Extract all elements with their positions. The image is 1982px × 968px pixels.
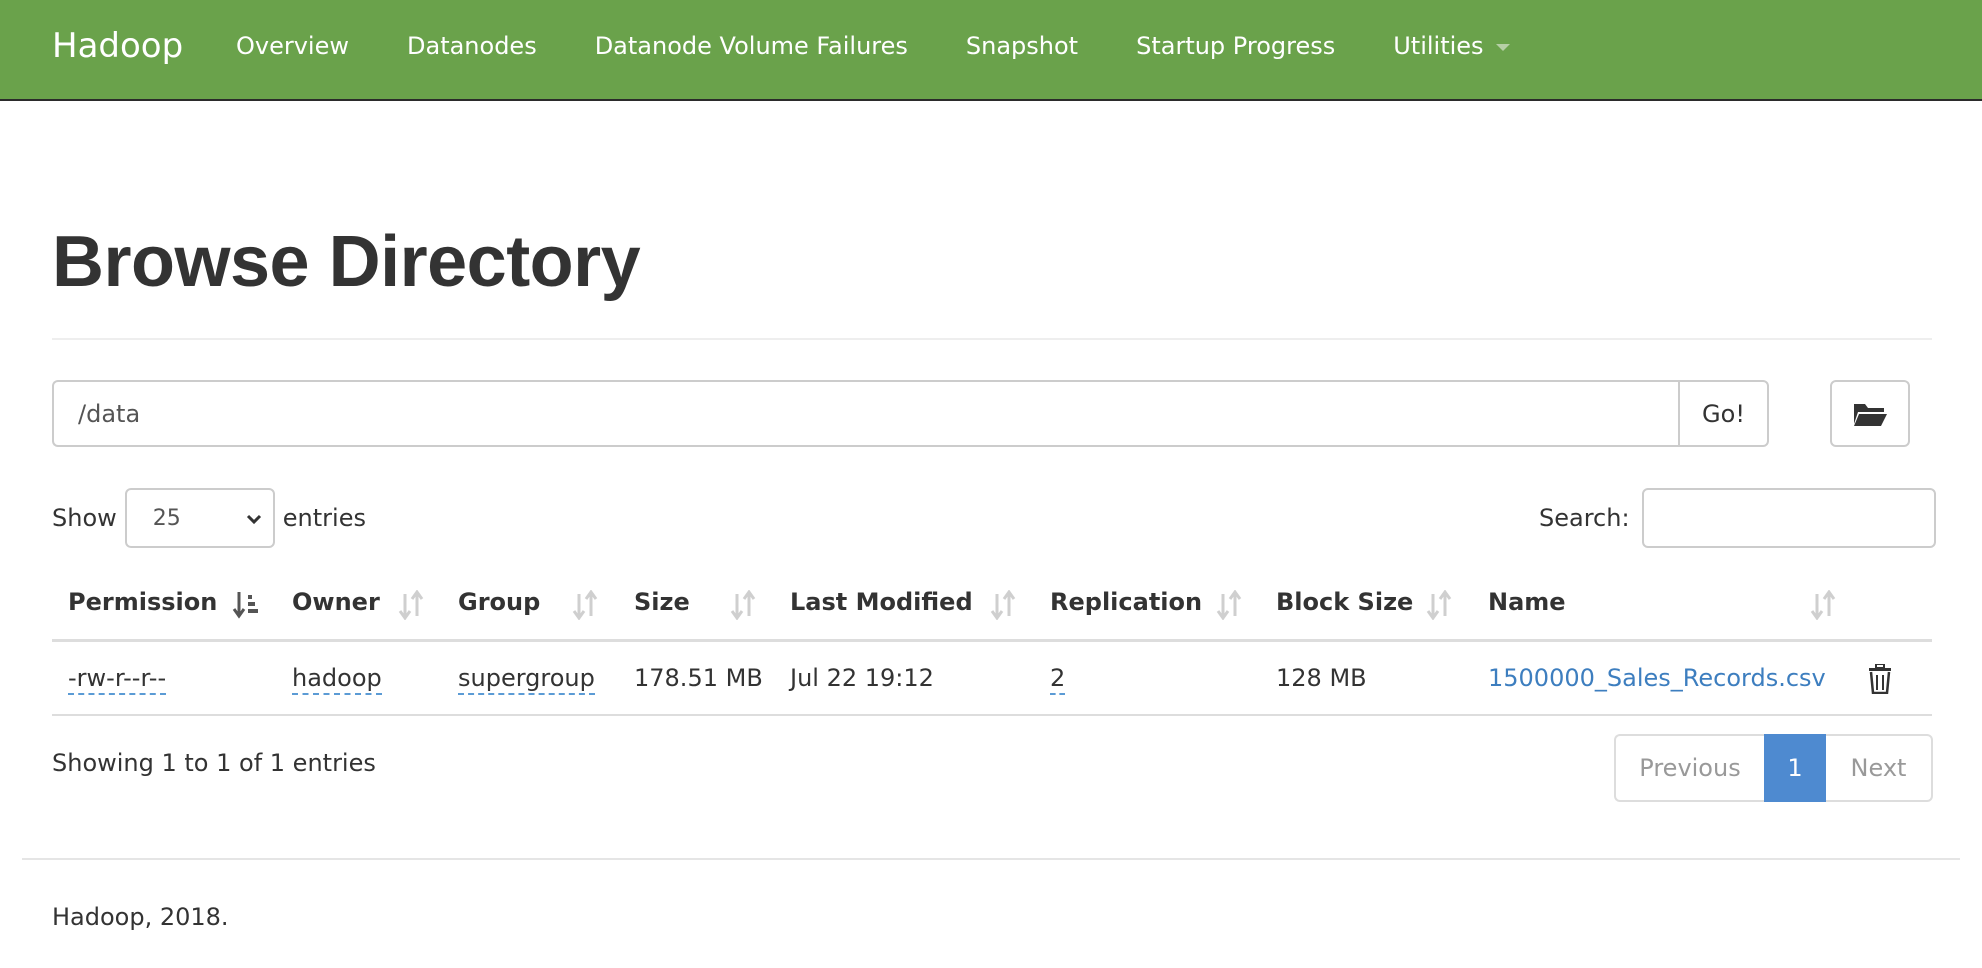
column-label: Last Modified (790, 588, 973, 616)
owner-cell[interactable]: hadoop (292, 642, 382, 714)
entries-per-page-select[interactable]: 25 (124, 488, 275, 548)
column-header-permission[interactable]: Permission (68, 570, 217, 642)
folder-open-icon (1854, 403, 1887, 426)
directory-table: Permission Owner Group Size Last Modifie… (52, 570, 1932, 716)
sort-both-icon (730, 590, 756, 620)
top-navbar: Hadoop Overview Datanodes Datanode Volum… (0, 0, 1982, 101)
column-label: Group (458, 588, 541, 616)
page-title: Browse Directory (52, 222, 641, 302)
column-header-block-size[interactable]: Block Size (1276, 570, 1413, 642)
previous-page-button[interactable]: Previous (1614, 734, 1764, 802)
column-header-replication[interactable]: Replication (1050, 570, 1202, 642)
search-label: Search: (1539, 504, 1630, 532)
column-header-last-modified[interactable]: Last Modified (790, 570, 973, 642)
replication-value[interactable]: 2 (1050, 664, 1066, 695)
table-info: Showing 1 to 1 of 1 entries (52, 749, 376, 777)
size-cell: 178.51 MB (634, 664, 763, 692)
column-header-owner[interactable]: Owner (292, 570, 380, 642)
column-label: Owner (292, 588, 380, 616)
permission-cell[interactable]: -rw-r--r-- (68, 642, 167, 714)
pagination: Previous 1 Next (1614, 734, 1933, 802)
caret-down-icon (1495, 43, 1510, 51)
open-folder-button[interactable] (1830, 380, 1910, 447)
entries-select-value: 25 (152, 505, 181, 531)
chevron-down-icon (246, 514, 261, 525)
table-header: Permission Owner Group Size Last Modifie… (52, 570, 1932, 642)
sort-both-icon (990, 590, 1016, 620)
column-label: Replication (1050, 588, 1203, 616)
block-size-cell: 128 MB (1276, 664, 1367, 692)
show-label: Show (52, 504, 117, 532)
column-header-group[interactable]: Group (458, 570, 540, 642)
owner-value[interactable]: hadoop (292, 664, 382, 695)
column-header-name[interactable]: Name (1488, 570, 1566, 642)
entries-label: entries (282, 504, 366, 532)
column-label: Permission (68, 588, 218, 616)
column-label: Block Size (1276, 588, 1414, 616)
replication-cell[interactable]: 2 (1050, 642, 1066, 714)
nav-utilities-dropdown[interactable]: Utilities (1364, 22, 1538, 70)
brand-link[interactable]: Hadoop (52, 24, 183, 68)
nav-links: Overview Datanodes Datanode Volume Failu… (207, 22, 1539, 70)
entries-length-control: Show 25 entries (52, 488, 366, 548)
file-name-link[interactable]: 1500000_Sales_Records.csv (1488, 642, 1826, 714)
sort-both-icon (572, 590, 598, 620)
footer-divider (22, 858, 1960, 860)
next-page-button[interactable]: Next (1826, 734, 1933, 802)
nav-datanode-volume-failures[interactable]: Datanode Volume Failures (566, 22, 937, 70)
nav-snapshot[interactable]: Snapshot (937, 22, 1107, 70)
permission-value[interactable]: -rw-r--r-- (68, 664, 167, 695)
column-header-size[interactable]: Size (634, 570, 690, 642)
trash-icon[interactable] (1868, 664, 1892, 694)
sort-both-icon (398, 590, 424, 620)
title-divider (52, 338, 1932, 340)
go-button[interactable]: Go! (1678, 380, 1769, 447)
nav-datanodes[interactable]: Datanodes (378, 22, 566, 70)
group-cell[interactable]: supergroup (458, 642, 595, 714)
group-value[interactable]: supergroup (458, 664, 595, 695)
footer-text: Hadoop, 2018. (52, 903, 229, 931)
table-row: -rw-r--r-- hadoop supergroup 178.51 MB J… (52, 642, 1932, 716)
page-button-current[interactable]: 1 (1764, 734, 1826, 802)
table-search: Search: (1539, 488, 1936, 548)
last-modified-cell: Jul 22 19:12 (790, 664, 934, 692)
sort-ascending-icon (232, 592, 258, 619)
search-input[interactable] (1641, 488, 1936, 548)
path-form: Go! (52, 380, 1769, 447)
column-label: Name (1488, 588, 1566, 616)
directory-path-input[interactable] (52, 380, 1678, 447)
sort-both-icon (1216, 590, 1242, 620)
nav-startup-progress[interactable]: Startup Progress (1107, 22, 1364, 70)
column-label: Size (634, 588, 690, 616)
nav-utilities-label: Utilities (1393, 32, 1484, 60)
sort-both-icon (1810, 590, 1836, 620)
sort-both-icon (1426, 590, 1452, 620)
nav-overview[interactable]: Overview (207, 22, 378, 70)
